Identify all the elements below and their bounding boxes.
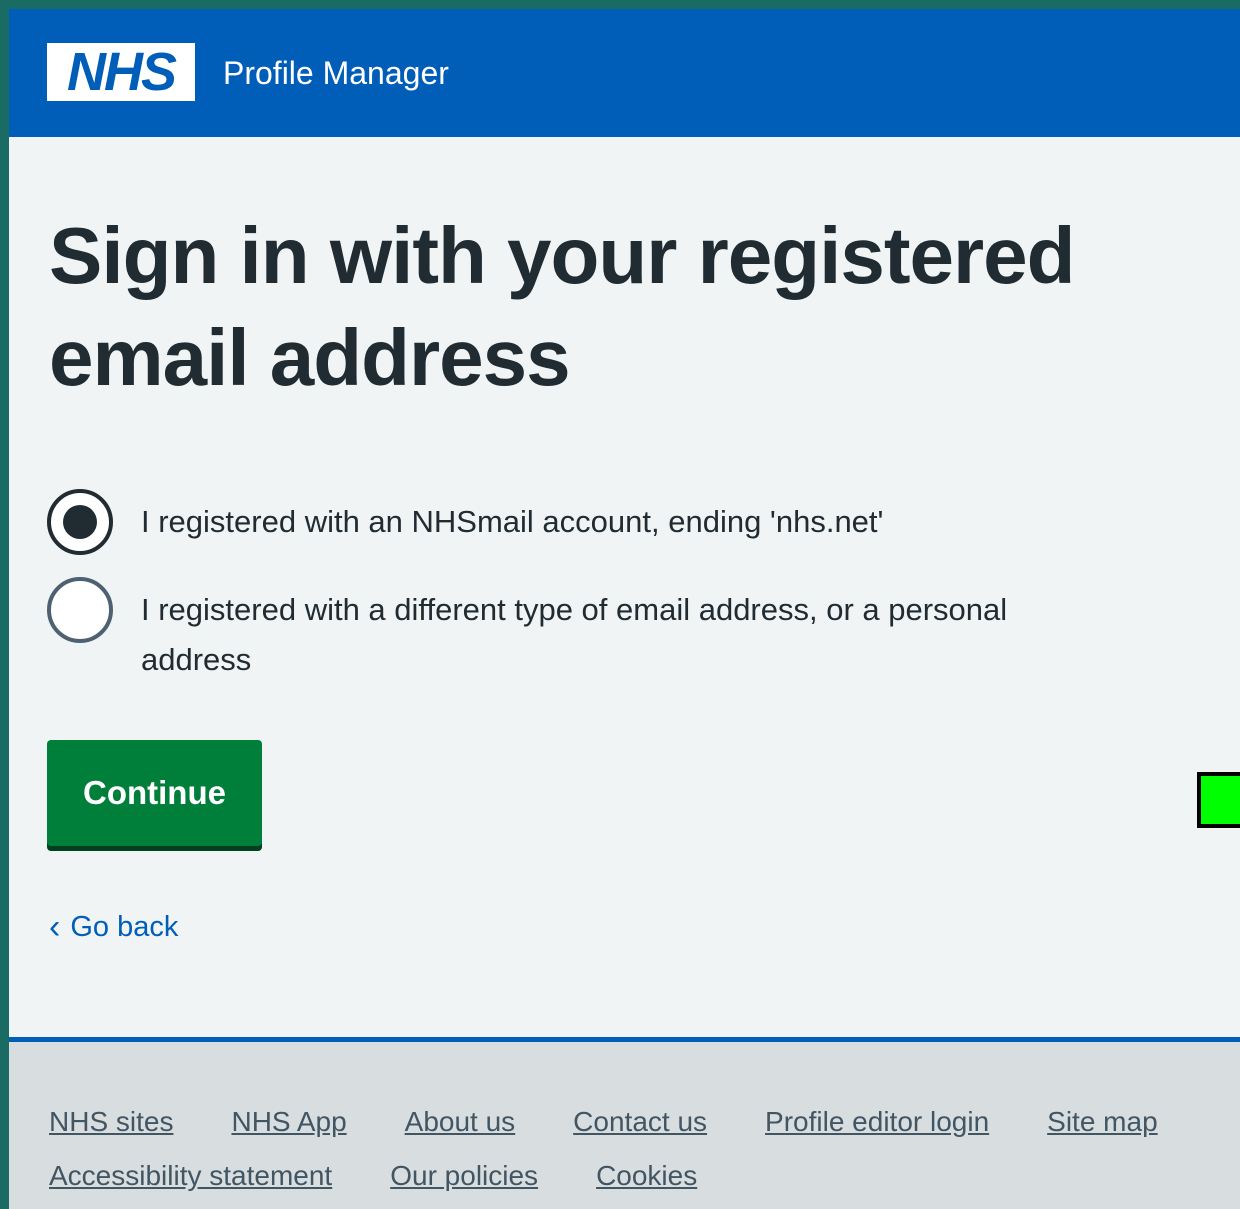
- site-header: NHS Profile Manager: [9, 9, 1240, 137]
- radio-button-other[interactable]: [47, 577, 113, 643]
- radio-label-other[interactable]: I registered with a different type of em…: [141, 585, 1041, 685]
- footer-link-nhs-sites[interactable]: NHS sites: [49, 1106, 173, 1138]
- chevron-left-icon: ‹: [49, 908, 61, 946]
- service-name[interactable]: Profile Manager: [223, 53, 449, 93]
- page-title: Sign in with your registered email addre…: [49, 211, 1075, 402]
- go-back-label: Go back: [70, 911, 179, 943]
- footer-links: NHS sites NHS App About us Contact us Pr…: [49, 1106, 1240, 1209]
- go-back-link[interactable]: ‹ Go back: [49, 909, 178, 945]
- footer-link-site-map[interactable]: Site map: [1047, 1106, 1158, 1138]
- green-marker: [1197, 772, 1240, 828]
- nhs-logo[interactable]: NHS: [47, 43, 195, 101]
- footer-row-1: NHS sites NHS App About us Contact us Pr…: [49, 1106, 1240, 1138]
- footer-row-2: Accessibility statement Our policies Coo…: [49, 1160, 1240, 1192]
- app-frame: NHS Profile Manager Sign in with your re…: [9, 9, 1240, 1209]
- footer-link-accessibility-statement[interactable]: Accessibility statement: [49, 1160, 332, 1192]
- radio-button-nhsmail[interactable]: [47, 489, 113, 555]
- radio-option-nhsmail[interactable]: I registered with an NHSmail account, en…: [47, 489, 1041, 555]
- footer-link-about-us[interactable]: About us: [405, 1106, 516, 1138]
- nhs-logo-text: NHS: [66, 42, 177, 102]
- footer-link-our-policies[interactable]: Our policies: [390, 1160, 538, 1192]
- footer-link-cookies[interactable]: Cookies: [596, 1160, 697, 1192]
- footer-link-nhs-app[interactable]: NHS App: [231, 1106, 346, 1138]
- site-footer: NHS sites NHS App About us Contact us Pr…: [9, 1037, 1240, 1209]
- footer-link-profile-editor-login[interactable]: Profile editor login: [765, 1106, 989, 1138]
- footer-link-contact-us[interactable]: Contact us: [573, 1106, 707, 1138]
- radio-selected-dot: [63, 505, 97, 539]
- continue-button[interactable]: Continue: [47, 740, 262, 846]
- radio-option-other[interactable]: I registered with a different type of em…: [47, 577, 1041, 685]
- radio-label-nhsmail[interactable]: I registered with an NHSmail account, en…: [141, 497, 1041, 547]
